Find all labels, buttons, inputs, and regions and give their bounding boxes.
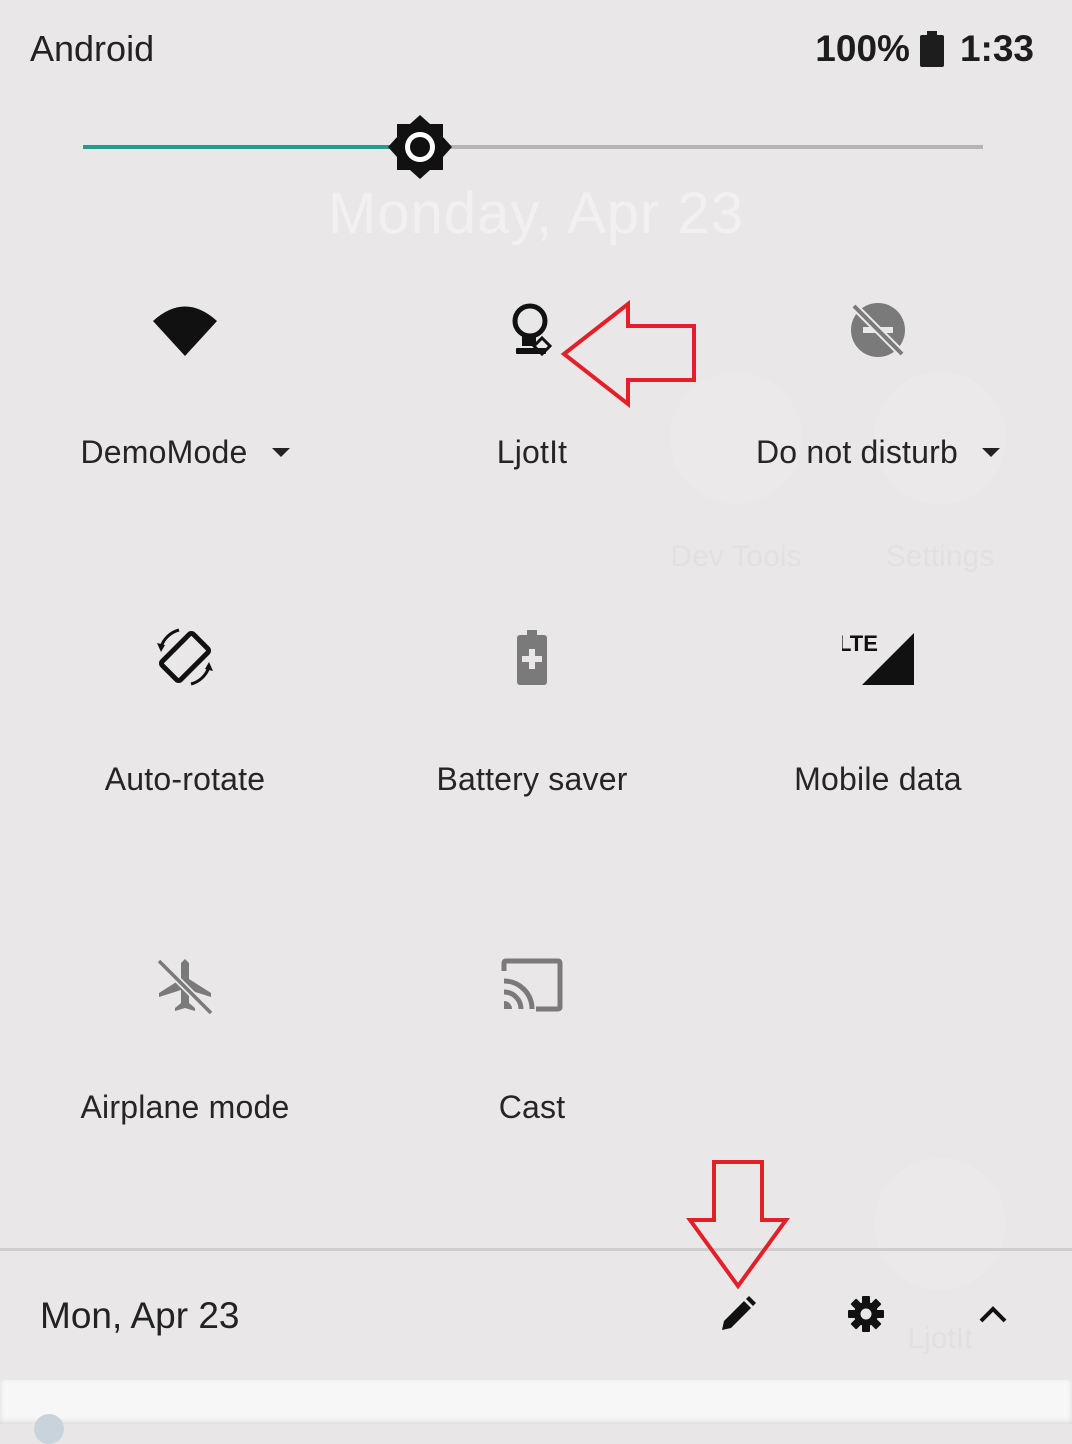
background-app-label: Dev Tools bbox=[670, 540, 802, 573]
notification-app-icon bbox=[34, 1414, 64, 1444]
background-app-label: Settings bbox=[885, 540, 995, 573]
dropdown-caret-icon[interactable] bbox=[982, 448, 1001, 457]
cast-icon bbox=[496, 949, 568, 1021]
brightness-slider-thumb[interactable] bbox=[387, 114, 453, 180]
svg-text:LTE: LTE bbox=[842, 631, 878, 656]
brightness-icon bbox=[388, 115, 452, 179]
background-date: Monday, Apr 23 bbox=[328, 181, 744, 246]
clock: 1:33 bbox=[959, 28, 1034, 69]
tile-mobile-data[interactable]: LTE Mobile data bbox=[708, 621, 1048, 798]
lightbulb-icon bbox=[496, 294, 568, 366]
chevron-up-icon bbox=[978, 1304, 1008, 1329]
battery-percent: 100% bbox=[815, 28, 910, 69]
annotation-arrow-left bbox=[560, 299, 700, 413]
rotate-icon bbox=[149, 621, 221, 693]
tile-label: DemoMode bbox=[80, 434, 248, 470]
footer-date: Mon, Apr 23 bbox=[40, 1295, 240, 1336]
tile-battery-saver[interactable]: Battery saver bbox=[362, 621, 702, 798]
collapse-button[interactable] bbox=[961, 1284, 1025, 1348]
tile-do-not-disturb[interactable]: Do not disturb bbox=[708, 294, 1048, 471]
notification-area bbox=[0, 1380, 1072, 1424]
tile-label: Battery saver bbox=[436, 761, 628, 797]
status-indicators: 100% 1:33 bbox=[815, 28, 1034, 70]
settings-button[interactable] bbox=[834, 1284, 898, 1348]
tile-label: Mobile data bbox=[794, 761, 962, 797]
tile-airplane-mode[interactable]: Airplane mode bbox=[15, 949, 355, 1126]
tile-label: LjotIt bbox=[496, 434, 568, 470]
tile-label: Cast bbox=[498, 1089, 566, 1125]
airplane-off-icon bbox=[149, 949, 221, 1021]
gear-icon bbox=[847, 1295, 885, 1338]
tile-cast[interactable]: Cast bbox=[362, 949, 702, 1126]
footer-divider bbox=[0, 1248, 1072, 1251]
brightness-slider-fill bbox=[83, 145, 416, 149]
background-app-ljotit-icon bbox=[874, 1158, 1006, 1290]
dropdown-caret-icon[interactable] bbox=[271, 448, 290, 457]
tile-label: Do not disturb bbox=[755, 434, 959, 470]
tile-label: Airplane mode bbox=[80, 1089, 290, 1125]
lte-signal-icon: LTE bbox=[838, 621, 914, 693]
pencil-icon bbox=[720, 1295, 756, 1337]
annotation-arrow-down bbox=[686, 1158, 790, 1295]
battery-saver-icon bbox=[496, 621, 568, 693]
device-name: Android bbox=[30, 28, 155, 69]
brightness-slider-track[interactable] bbox=[83, 145, 983, 149]
tile-demomode[interactable]: DemoMode bbox=[15, 294, 355, 471]
do-not-disturb-icon bbox=[842, 294, 914, 366]
tile-auto-rotate[interactable]: Auto-rotate bbox=[15, 621, 355, 798]
tile-label: Auto-rotate bbox=[104, 761, 266, 797]
wifi-icon bbox=[149, 294, 221, 366]
battery-icon bbox=[919, 31, 944, 67]
